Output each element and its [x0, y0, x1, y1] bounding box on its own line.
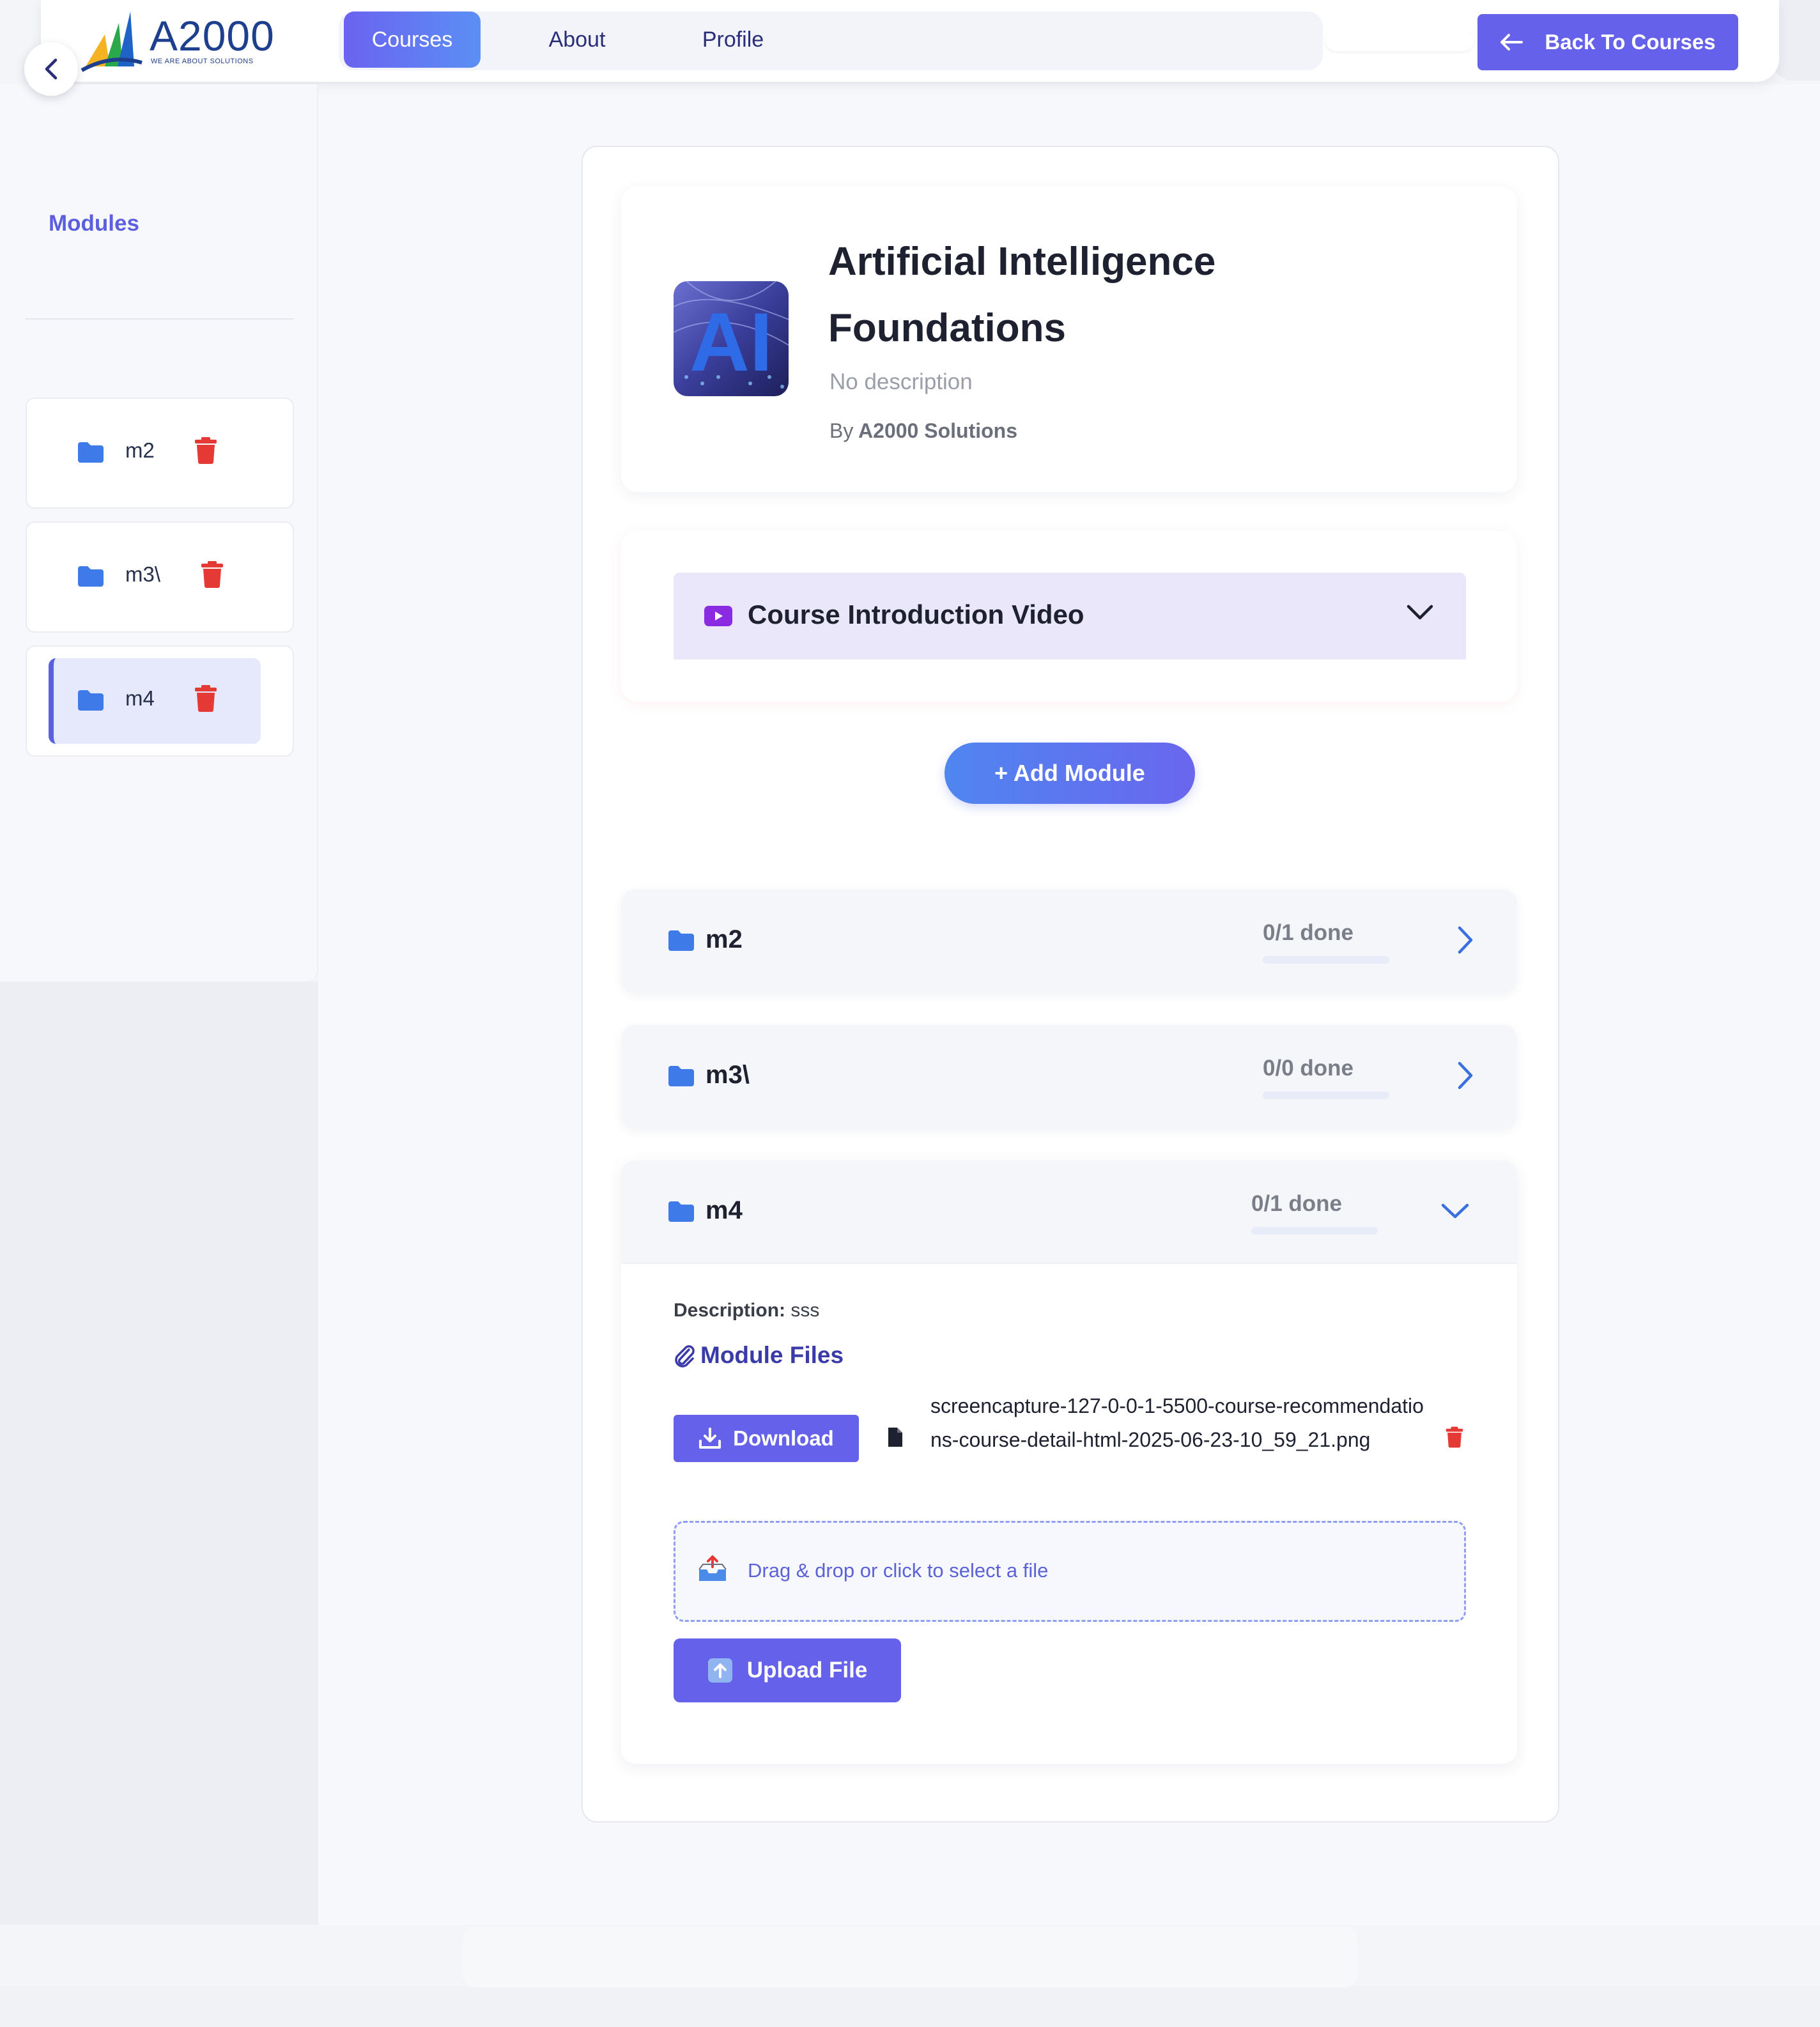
chevron-right-icon[interactable]	[1456, 925, 1475, 955]
download-label: Download	[733, 1426, 834, 1450]
upload-arrow-icon	[707, 1658, 732, 1683]
nav-tabs-container	[339, 12, 1323, 70]
module-progress-bar	[1251, 1227, 1378, 1235]
author-prefix: By	[829, 419, 854, 442]
module-name: m2	[706, 925, 743, 953]
course-description: No description	[829, 369, 973, 394]
trash-icon[interactable]	[194, 685, 217, 712]
module-header-content-m4: m4 0/1 done	[621, 1160, 1517, 1264]
description-label: Description:	[674, 1300, 786, 1321]
module-card-m3[interactable]: m3\ 0/0 done	[621, 1025, 1517, 1129]
upload-file-label: Upload File	[746, 1658, 868, 1683]
tab-courses[interactable]: Courses	[344, 12, 481, 68]
download-icon	[699, 1428, 721, 1449]
tab-about[interactable]: About	[511, 12, 643, 68]
sidebar-collapse-button[interactable]	[24, 42, 78, 96]
sidebar-item-label: m4	[125, 686, 155, 710]
chevron-down-icon[interactable]	[1406, 603, 1434, 621]
folder-icon	[668, 1201, 694, 1222]
add-module-button[interactable]: + Add Module	[945, 743, 1195, 804]
description-value: sss	[790, 1300, 820, 1321]
author-name: A2000 Solutions	[858, 419, 1017, 442]
logo-text: A2000	[150, 12, 275, 59]
dropzone-text: Drag & drop or click to select a file	[748, 1559, 1049, 1582]
module-progress-bar	[1263, 956, 1389, 964]
module-files-label: Module Files	[700, 1342, 844, 1368]
lower-left-background	[0, 982, 318, 1925]
file-icon	[888, 1428, 902, 1447]
paperclip-icon	[675, 1345, 695, 1368]
folder-icon	[668, 1066, 694, 1086]
logo-tagline: WE ARE ABOUT SOLUTIONS	[151, 58, 254, 65]
chevron-right-icon[interactable]	[1456, 1061, 1475, 1090]
folder-icon	[78, 442, 104, 463]
course-title: Artificial Intelligence Foundations	[828, 240, 1216, 350]
module-name: m4	[706, 1196, 743, 1224]
sidebar-item-label: m2	[125, 438, 155, 462]
chevron-down-icon[interactable]	[1440, 1201, 1470, 1221]
sidebar-item-m4[interactable]: m4	[26, 645, 294, 757]
intro-video-label: Course Introduction Video	[748, 599, 1084, 629]
module-progress-text: 0/1 done	[1263, 920, 1353, 945]
sidebar-item-m2[interactable]: m2	[26, 397, 294, 509]
chevron-left-icon	[45, 58, 58, 80]
sidebar-item-label: m3\	[125, 562, 161, 586]
module-files-title: Module Files	[674, 1342, 844, 1369]
trash-icon[interactable]	[201, 561, 224, 588]
upload-file-button[interactable]: Upload File	[674, 1638, 901, 1702]
module-progress-text: 0/0 done	[1263, 1056, 1353, 1081]
inbox-upload-icon	[698, 1555, 727, 1581]
module-progress-bar	[1263, 1091, 1389, 1099]
file-name[interactable]: screencapture-127-0-0-1-5500-course-reco…	[930, 1389, 1429, 1457]
course-thumbnail: AI	[674, 281, 789, 396]
module-progress-text: 0/1 done	[1251, 1191, 1342, 1216]
footer-bar	[463, 1926, 1357, 1987]
search-input[interactable]	[1325, 29, 1474, 51]
trash-icon[interactable]	[194, 437, 217, 464]
a2000-logo[interactable]: A2000 WE ARE ABOUT SOLUTIONS	[79, 9, 297, 73]
arrow-left-icon	[1500, 34, 1523, 50]
folder-icon	[78, 566, 104, 587]
folder-icon	[668, 930, 694, 951]
tab-profile[interactable]: Profile	[667, 12, 799, 68]
module-card-m2[interactable]: m2 0/1 done	[621, 890, 1517, 993]
module-description: Description: sss	[674, 1300, 819, 1322]
back-to-courses-label: Back To Courses	[1545, 30, 1716, 54]
video-play-icon	[704, 606, 732, 626]
sidebar-title: Modules	[49, 211, 139, 236]
sidebar-item-m3[interactable]: m3\	[26, 521, 294, 633]
trash-icon[interactable]	[1446, 1426, 1463, 1448]
footer	[0, 1986, 1820, 2027]
module-name: m3\	[706, 1061, 750, 1089]
back-to-courses-button[interactable]: Back To Courses	[1477, 14, 1738, 70]
download-button[interactable]: Download	[674, 1415, 859, 1462]
course-author: By A2000 Solutions	[829, 419, 1017, 443]
sidebar-divider	[26, 318, 294, 320]
thumbnail-text: AI	[690, 295, 773, 389]
logo-mark-icon	[81, 12, 143, 72]
folder-icon	[78, 690, 104, 711]
